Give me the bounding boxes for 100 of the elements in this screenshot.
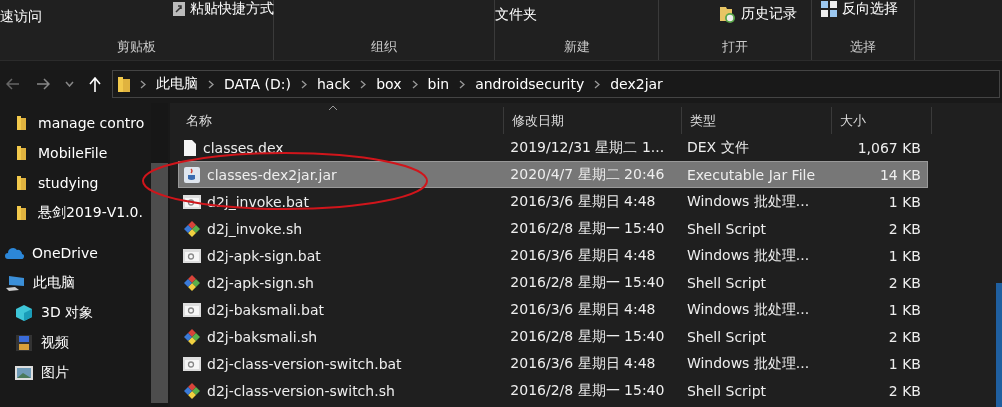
image-icon	[15, 366, 33, 380]
chevron-right-icon	[594, 79, 601, 89]
date-cell-text: 2016/3/6 星期日 4:48	[509, 354, 657, 373]
file-name: classes-dex2jar.jar	[207, 166, 337, 183]
breadcrumb[interactable]: bin	[427, 76, 450, 92]
size-cell-text: 1 KB	[887, 301, 922, 318]
gear-window-icon	[183, 248, 201, 263]
size-cell-text: 2 KB	[887, 382, 922, 399]
diamond-icon	[183, 273, 201, 292]
file-row[interactable]: d2j-baksmali.sh 2016/2/8 星期一 15:40 Shell Script 2 KB	[178, 323, 928, 350]
date-cell-text: 2020/4/7 星期二 20:46	[509, 165, 666, 184]
sort-caret-icon	[328, 105, 338, 111]
breadcrumb[interactable]: 此电脑	[156, 75, 198, 93]
address-field[interactable]: 此电脑 DATA (D:) hack box bin androidsecurity dex2jar	[112, 70, 1000, 98]
breadcrumb[interactable]: dex2jar	[610, 76, 663, 92]
cube-icon	[15, 304, 33, 322]
file-row[interactable]: d2j-apk-sign.bat 2016/3/6 星期日 4:48 Windows 批处理... 1 KB	[178, 242, 928, 269]
group-label: 组织	[371, 38, 397, 56]
chevron-down-icon	[64, 81, 74, 87]
size-cell-text: 2 KB	[887, 274, 922, 291]
file-row[interactable]: d2j_invoke.bat 2016/3/6 星期日 4:48 Windows 批处理... 1 KB	[178, 188, 928, 215]
computer-icon	[5, 275, 25, 291]
size-cell-text: 1,067 KB	[856, 139, 922, 156]
sidebar-item[interactable]: OneDrive	[32, 245, 98, 261]
date-cell-text: 2016/2/8 星期一 15:40	[509, 273, 666, 292]
file-row[interactable]: d2j-class-version-switch.sh 2016/2/8 星期一 15:40 Shell Script 2 KB	[178, 377, 928, 404]
gear-window-icon	[183, 302, 201, 317]
type-cell-text: Windows 批处理...	[685, 354, 811, 373]
chevron-right-icon	[360, 79, 367, 89]
breadcrumb[interactable]: androidsecurity	[475, 76, 585, 92]
group-label: 新建	[563, 38, 590, 56]
file-name: d2j_invoke.sh	[207, 220, 303, 237]
gear-window-icon	[183, 356, 201, 371]
date-cell-text: 2016/2/8 星期一 15:40	[509, 381, 666, 400]
document-icon	[183, 138, 197, 157]
sidebar-item[interactable]: 悬剑2019-V1.0.	[38, 204, 143, 222]
group-label: 打开	[722, 38, 748, 56]
chevron-right-icon	[140, 79, 146, 89]
folder-icon	[17, 145, 26, 161]
ribbon-label[interactable]: 文件夹	[495, 6, 537, 24]
file-name: d2j-baksmali.sh	[207, 328, 318, 345]
chevron-right-icon	[300, 79, 307, 89]
column-header[interactable]: 名称	[178, 107, 504, 134]
java-cup-icon	[183, 165, 201, 184]
size-cell-text: 1 KB	[887, 355, 922, 372]
file-row[interactable]: d2j_invoke.sh 2016/2/8 星期一 15:40 Shell Script 2 KB	[178, 215, 928, 242]
scrollbar-thumb[interactable]	[151, 163, 168, 403]
column-header[interactable]: 类型	[682, 107, 832, 134]
file-name: d2j-apk-sign.sh	[207, 274, 314, 291]
sidebar-item[interactable]: 视频	[41, 334, 69, 352]
ribbon-button[interactable]: 反向选择	[842, 0, 898, 18]
breadcrumb[interactable]: DATA (D:)	[224, 76, 291, 92]
file-name: d2j-baksmali.bat	[207, 301, 324, 318]
up-icon	[89, 76, 101, 92]
sidebar-item[interactable]: 图片	[41, 364, 69, 382]
file-row[interactable]: classes-dex2jar.jar 2020/4/7 星期二 20:46 Executable Jar File 14 KB	[178, 161, 928, 188]
file-name: classes.dex	[203, 139, 284, 156]
grid-icon	[820, 0, 838, 18]
file-row[interactable]: classes.dex 2019/12/31 星期二 1... DEX 文件 1,067 KB	[178, 134, 928, 161]
cloud-icon	[5, 247, 24, 259]
ribbon-button[interactable]: 粘贴快捷方式	[190, 0, 274, 18]
type-cell-text: Windows 批处理...	[685, 246, 811, 265]
diamond-icon	[183, 327, 201, 346]
date-cell-text: 2019/12/31 星期二 1...	[509, 138, 666, 157]
size-cell-text: 1 KB	[887, 193, 922, 210]
sidebar-item[interactable]: 此电脑	[33, 274, 75, 292]
size-cell-text: 1 KB	[887, 247, 922, 264]
group-label: 选择	[850, 38, 876, 56]
folder-icon	[17, 175, 26, 191]
date-cell-text: 2016/2/8 星期一 15:40	[509, 219, 666, 238]
sidebar-item[interactable]: 3D 对象	[41, 304, 94, 322]
ribbon-label[interactable]: 速访问	[0, 8, 42, 26]
type-cell-text: Shell Script	[685, 382, 768, 399]
sidebar-item[interactable]: manage contro	[38, 115, 145, 131]
type-cell-text: Windows 批处理...	[685, 192, 811, 211]
folder-icon	[118, 75, 130, 93]
column-header[interactable]: 大小	[832, 107, 932, 134]
file-row[interactable]: d2j-baksmali.bat 2016/3/6 星期日 4:48 Windows 批处理... 1 KB	[178, 296, 928, 323]
film-icon	[15, 334, 33, 352]
breadcrumb[interactable]: hack	[316, 76, 351, 92]
size-cell-text: 2 KB	[887, 220, 922, 237]
folder-icon	[17, 205, 26, 221]
file-name: d2j_invoke.bat	[207, 193, 309, 210]
forward-icon	[36, 78, 50, 90]
date-cell-text: 2016/3/6 星期日 4:48	[509, 192, 657, 211]
file-row[interactable]: d2j-apk-sign.sh 2016/2/8 星期一 15:40 Shell Script 2 KB	[178, 269, 928, 296]
file-name: d2j-class-version-switch.bat	[207, 355, 402, 372]
column-header[interactable]: 修改日期	[504, 107, 682, 134]
file-row[interactable]: d2j-class-version-switch.bat 2016/3/6 星期日 4:48 Windows 批处理... 1 KB	[178, 350, 928, 377]
file-name: d2j-class-version-switch.sh	[207, 382, 395, 399]
diamond-icon	[183, 219, 201, 238]
sidebar-item[interactable]: studying	[38, 175, 99, 191]
size-cell-text: 2 KB	[887, 328, 922, 345]
ribbon-button[interactable]: 历史记录	[741, 5, 797, 23]
file-name: d2j-apk-sign.bat	[207, 247, 321, 264]
date-cell-text: 2016/3/6 星期日 4:48	[509, 300, 657, 319]
type-cell-text: Executable Jar File	[685, 166, 817, 183]
sidebar-item[interactable]: MobileFile	[38, 145, 108, 161]
type-cell-text: Shell Script	[685, 328, 768, 345]
breadcrumb[interactable]: box	[376, 76, 402, 92]
